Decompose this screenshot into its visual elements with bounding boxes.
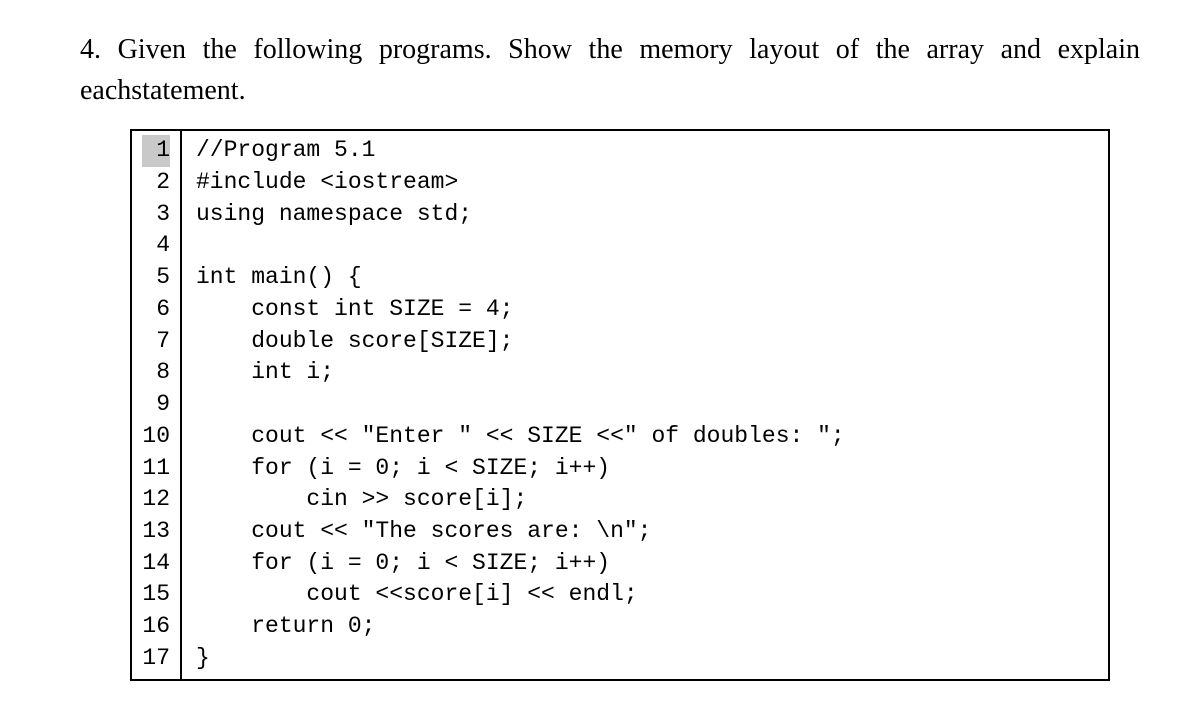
code-line [196, 389, 1098, 421]
code-line: cout <<score[i] << endl; [196, 579, 1098, 611]
code-line: int main() { [196, 262, 1098, 294]
line-number: 15 [142, 579, 170, 611]
question-text: 4. Given the following programs. Show th… [80, 30, 1140, 111]
code-line: //Program 5.1 [196, 135, 1098, 167]
code-line: const int SIZE = 4; [196, 294, 1098, 326]
code-line: cout << "The scores are: \n"; [196, 516, 1098, 548]
line-number: 9 [142, 389, 170, 421]
line-number: 5 [142, 262, 170, 294]
line-number: 17 [142, 643, 170, 675]
line-number: 7 [142, 326, 170, 358]
line-number: 1 [142, 135, 170, 167]
code-line: int i; [196, 357, 1098, 389]
line-number: 12 [142, 484, 170, 516]
code-line [196, 230, 1098, 262]
code-content: //Program 5.1#include <iostream>using na… [182, 131, 1108, 678]
line-number: 3 [142, 199, 170, 231]
line-number: 2 [142, 167, 170, 199]
line-number: 6 [142, 294, 170, 326]
code-block: 1234567891011121314151617 //Program 5.1#… [130, 129, 1110, 680]
code-line: cout << "Enter " << SIZE <<" of doubles:… [196, 421, 1098, 453]
line-number: 8 [142, 357, 170, 389]
line-number: 14 [142, 548, 170, 580]
code-line: #include <iostream> [196, 167, 1098, 199]
line-number: 11 [142, 453, 170, 485]
code-line: } [196, 643, 1098, 675]
line-number: 4 [142, 230, 170, 262]
code-line: double score[SIZE]; [196, 326, 1098, 358]
page: 4. Given the following programs. Show th… [0, 0, 1200, 715]
line-number-gutter: 1234567891011121314151617 [132, 131, 182, 678]
question-number: 4. [80, 34, 101, 65]
code-line: using namespace std; [196, 199, 1098, 231]
question-body: Given the following programs. Show the m… [80, 34, 1140, 106]
code-line: for (i = 0; i < SIZE; i++) [196, 548, 1098, 580]
code-line: return 0; [196, 611, 1098, 643]
line-number: 10 [142, 421, 170, 453]
code-line: for (i = 0; i < SIZE; i++) [196, 453, 1098, 485]
line-number: 16 [142, 611, 170, 643]
code-line: cin >> score[i]; [196, 484, 1098, 516]
line-number: 13 [142, 516, 170, 548]
